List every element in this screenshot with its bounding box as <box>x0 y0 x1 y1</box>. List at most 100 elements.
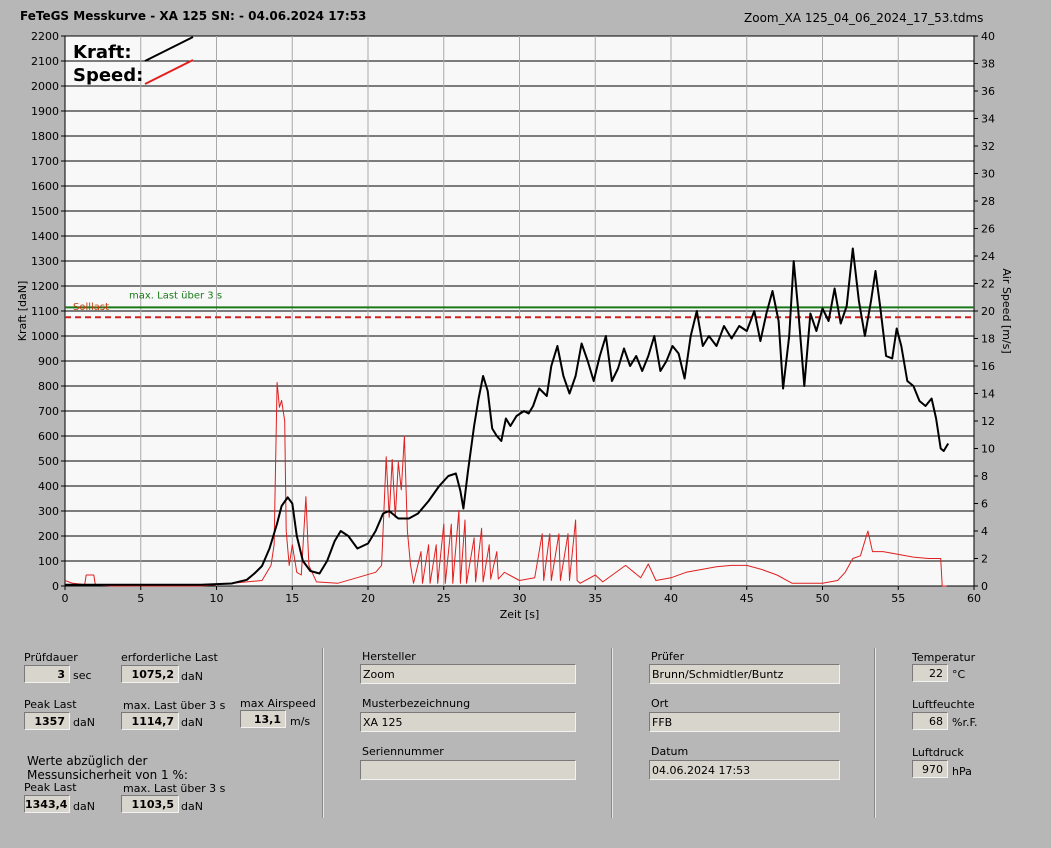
y2-tick-label: 0 <box>981 580 988 593</box>
x-axis-label: Zeit [s] <box>500 608 539 621</box>
luftdruck-field[interactable]: 970 <box>912 760 948 778</box>
reference-line-label: Solllast <box>73 302 109 313</box>
y-tick-label: 1200 <box>31 280 59 293</box>
y2-tick-label: 20 <box>981 305 995 318</box>
muster-field[interactable]: XA 125 <box>360 712 576 732</box>
erf-last-unit: daN <box>181 670 203 683</box>
y2-tick-label: 8 <box>981 470 988 483</box>
y-tick-label: 100 <box>38 555 59 568</box>
luftfeuchte-unit: %r.F. <box>952 716 978 729</box>
x-tick-label: 10 <box>210 592 224 605</box>
y-tick-label: 300 <box>38 505 59 518</box>
datum-field[interactable]: 04.06.2024 17:53 <box>649 760 840 780</box>
y2-tick-label: 26 <box>981 223 995 236</box>
pruefdauer-label: Prüfdauer <box>24 651 78 664</box>
datum-label: Datum <box>651 745 689 758</box>
legend-label: Speed: <box>73 65 143 86</box>
y-tick-label: 400 <box>38 480 59 493</box>
peak-last2-label: Peak Last <box>24 781 77 794</box>
y2-tick-label: 22 <box>981 278 995 291</box>
y2-tick-label: 2 <box>981 553 988 566</box>
x-tick-label: 60 <box>967 592 981 605</box>
pruefer-field[interactable]: Brunn/Schmidtler/Buntz <box>649 664 840 684</box>
peak-last2-unit: daN <box>73 800 95 813</box>
separator-2 <box>611 648 613 818</box>
y-tick-label: 1100 <box>31 305 59 318</box>
y2-tick-label: 38 <box>981 58 995 71</box>
x-tick-label: 55 <box>891 592 905 605</box>
y2-tick-label: 32 <box>981 140 995 153</box>
y-tick-label: 700 <box>38 405 59 418</box>
separator-1 <box>322 648 324 818</box>
max-last2-unit: daN <box>181 800 203 813</box>
pruefdauer-unit: sec <box>73 669 92 682</box>
note-line-2: Messunsicherheit von 1 %: <box>27 768 188 782</box>
pruefer-label: Prüfer <box>651 650 685 663</box>
y-tick-label: 600 <box>38 430 59 443</box>
luftfeuchte-label: Luftfeuchte <box>912 698 975 711</box>
temperatur-label: Temperatur <box>912 651 976 664</box>
y-tick-label: 200 <box>38 530 59 543</box>
y-tick-label: 0 <box>52 580 59 593</box>
y2-tick-label: 10 <box>981 443 995 456</box>
y2-tick-label: 24 <box>981 250 995 263</box>
x-tick-label: 45 <box>740 592 754 605</box>
y-tick-label: 2100 <box>31 55 59 68</box>
peak-last-label: Peak Last <box>24 698 77 711</box>
y-tick-label: 1400 <box>31 230 59 243</box>
y2-tick-label: 34 <box>981 113 995 126</box>
peak-last2-field[interactable]: 1343,4 <box>24 795 70 813</box>
y-tick-label: 1500 <box>31 205 59 218</box>
y-tick-label: 2000 <box>31 80 59 93</box>
y2-tick-label: 18 <box>981 333 995 346</box>
peak-last-field[interactable]: 1357 <box>24 712 70 730</box>
y-axis-label: Kraft [daN] <box>16 281 29 342</box>
max-last-field[interactable]: 1114,7 <box>121 712 179 730</box>
hersteller-field[interactable]: Zoom <box>360 664 576 684</box>
luftfeuchte-field[interactable]: 68 <box>912 712 948 730</box>
y-tick-label: 1900 <box>31 105 59 118</box>
max-airspeed-label: max Airspeed <box>240 697 316 710</box>
y2-tick-label: 6 <box>981 498 988 511</box>
erf-last-field[interactable]: 1075,2 <box>121 665 179 683</box>
y2-tick-label: 4 <box>981 525 988 538</box>
x-tick-label: 0 <box>62 592 69 605</box>
note-line-1: Werte abzüglich der <box>27 754 148 768</box>
y2-axis-label: Air Speed [m/s] <box>1000 268 1013 353</box>
muster-label: Musterbezeichnung <box>362 697 471 710</box>
separator-3 <box>874 648 876 818</box>
x-tick-label: 15 <box>285 592 299 605</box>
y-tick-label: 500 <box>38 455 59 468</box>
ort-label: Ort <box>651 697 669 710</box>
erf-last-label: erforderliche Last <box>121 651 218 664</box>
x-tick-label: 30 <box>513 592 527 605</box>
y-tick-label: 2200 <box>31 30 59 43</box>
x-tick-label: 35 <box>588 592 602 605</box>
y-tick-label: 1300 <box>31 255 59 268</box>
temperatur-unit: °C <box>952 668 966 681</box>
max-last2-field[interactable]: 1103,5 <box>121 795 179 813</box>
y-tick-label: 1000 <box>31 330 59 343</box>
y2-tick-label: 14 <box>981 388 995 401</box>
temperatur-field[interactable]: 22 <box>912 664 948 682</box>
ort-field[interactable]: FFB <box>649 712 840 732</box>
serie-label: Seriennummer <box>362 745 444 758</box>
y-tick-label: 1700 <box>31 155 59 168</box>
y-tick-label: 1600 <box>31 180 59 193</box>
y2-tick-label: 30 <box>981 168 995 181</box>
max-airspeed-unit: m/s <box>290 715 311 728</box>
reference-line-label: max. Last über 3 s <box>129 290 222 301</box>
y-tick-label: 1800 <box>31 130 59 143</box>
x-tick-label: 40 <box>664 592 678 605</box>
max-last-unit: daN <box>181 716 203 729</box>
max-last2-label: max. Last über 3 s <box>123 782 226 795</box>
legend-label: Kraft: <box>73 42 132 63</box>
pruefdauer-field[interactable]: 3 <box>24 665 70 683</box>
x-tick-label: 5 <box>137 592 144 605</box>
serie-field[interactable] <box>360 760 576 780</box>
max-airspeed-field[interactable]: 13,1 <box>240 710 286 728</box>
y-tick-label: 800 <box>38 380 59 393</box>
y-tick-label: 900 <box>38 355 59 368</box>
force-speed-chart: max. Last über 3 sSolllast 0100200300400… <box>16 30 1013 621</box>
y2-tick-label: 36 <box>981 85 995 98</box>
